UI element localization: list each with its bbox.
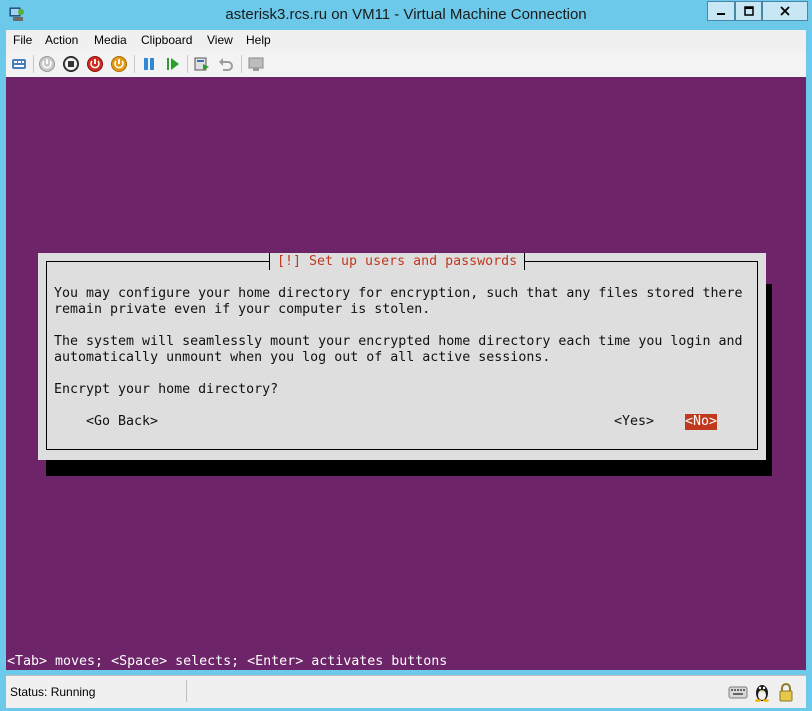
menu-file[interactable]: File	[13, 33, 32, 47]
status-bar: Status: Running	[6, 675, 806, 708]
title-bar[interactable]: asterisk3.rcs.ru on VM11 - Virtual Machi…	[0, 0, 812, 30]
close-icon	[780, 6, 790, 16]
turn-off-icon[interactable]	[62, 55, 80, 73]
pause-icon[interactable]	[140, 55, 158, 73]
menu-action[interactable]: Action	[45, 33, 78, 47]
vm-screen[interactable]: [!] Set up users and passwords You may c…	[6, 77, 806, 670]
ctrl-alt-del-icon[interactable]	[10, 55, 28, 73]
shut-down-icon[interactable]	[86, 55, 104, 73]
menu-bar: File Action Media Clipboard View Help	[6, 30, 806, 52]
keyboard-icon[interactable]	[728, 682, 748, 702]
dialog-text-line: remain private even if your computer is …	[54, 302, 431, 317]
dialog-title: [!] Set up users and passwords	[269, 253, 526, 270]
enhanced-session-icon[interactable]	[247, 55, 265, 73]
maximize-icon	[743, 6, 754, 16]
window-title: asterisk3.rcs.ru on VM11 - Virtual Machi…	[225, 6, 587, 23]
menu-clipboard[interactable]: Clipboard	[141, 33, 192, 47]
maximize-button[interactable]	[735, 1, 762, 21]
toolbar	[6, 51, 806, 78]
yes-button[interactable]: <Yes>	[614, 414, 654, 430]
close-button[interactable]	[762, 1, 808, 21]
dialog-question: Encrypt your home directory?	[54, 382, 279, 397]
checkpoint-icon[interactable]	[193, 55, 211, 73]
menu-view[interactable]: View	[207, 33, 233, 47]
dialog-set-up-users: [!] Set up users and passwords You may c…	[38, 253, 766, 460]
go-back-button[interactable]: <Go Back>	[86, 414, 158, 430]
dialog-text-line: You may configure your home directory fo…	[54, 286, 743, 301]
status-text: Status: Running	[10, 685, 96, 699]
minimize-icon	[717, 13, 725, 15]
dialog-text-line: automatically unmount when you log out o…	[54, 350, 551, 365]
reset-icon[interactable]	[164, 55, 182, 73]
menu-media[interactable]: Media	[94, 33, 127, 47]
minimize-button[interactable]	[707, 1, 735, 21]
start-icon[interactable]	[38, 55, 56, 73]
revert-icon[interactable]	[217, 55, 235, 73]
terminal-hint-line: <Tab> moves; <Space> selects; <Enter> ac…	[7, 654, 448, 669]
dialog-text-line: The system will seamlessly mount your en…	[54, 334, 743, 349]
lock-icon	[776, 682, 796, 702]
no-button[interactable]: <No>	[685, 414, 718, 430]
window-frame: asterisk3.rcs.ru on VM11 - Virtual Machi…	[0, 0, 812, 711]
linux-tux-icon	[752, 682, 772, 702]
save-icon[interactable]	[110, 55, 128, 73]
status-separator	[186, 680, 187, 702]
menu-help[interactable]: Help	[246, 33, 271, 47]
